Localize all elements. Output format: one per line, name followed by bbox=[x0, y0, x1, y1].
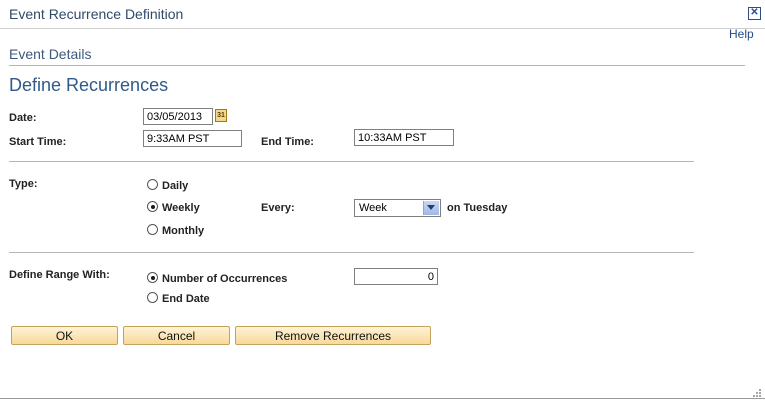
chevron-down-icon[interactable] bbox=[423, 201, 439, 215]
radio-daily[interactable] bbox=[147, 179, 158, 190]
radio-monthly[interactable] bbox=[147, 224, 158, 235]
every-suffix: on Tuesday bbox=[447, 202, 508, 214]
radio-end-date[interactable] bbox=[147, 292, 158, 303]
date-input[interactable]: 03/05/2013 bbox=[143, 108, 213, 125]
radio-number-of-occurrences[interactable] bbox=[147, 272, 158, 283]
radio-daily-label[interactable]: Daily bbox=[162, 180, 188, 192]
radio-monthly-label[interactable]: Monthly bbox=[162, 225, 204, 237]
window-title: Event Recurrence Definition bbox=[9, 6, 184, 22]
divider-1 bbox=[9, 161, 694, 162]
end-time-input[interactable]: 10:33AM PST bbox=[354, 129, 454, 146]
occurrences-input[interactable]: 0 bbox=[354, 268, 438, 285]
end-time-label: End Time: bbox=[261, 136, 314, 148]
range-label: Define Range With: bbox=[9, 269, 110, 281]
close-icon[interactable]: ✕ bbox=[748, 7, 761, 20]
every-select[interactable]: Week bbox=[354, 199, 441, 217]
divider-2 bbox=[9, 252, 694, 253]
radio-weekly[interactable] bbox=[147, 201, 158, 212]
resize-grip-icon[interactable] bbox=[752, 388, 762, 398]
type-label: Type: bbox=[9, 178, 38, 190]
every-label: Every: bbox=[261, 202, 295, 214]
ok-button[interactable]: OK bbox=[11, 326, 118, 345]
bottom-border bbox=[0, 398, 765, 399]
radio-weekly-label[interactable]: Weekly bbox=[162, 202, 200, 214]
radio-number-of-occurrences-label[interactable]: Number of Occurrences bbox=[162, 273, 287, 285]
section-title: Event Details bbox=[9, 46, 92, 62]
every-select-value: Week bbox=[359, 202, 387, 214]
start-time-label: Start Time: bbox=[9, 136, 67, 148]
date-label: Date: bbox=[9, 112, 37, 124]
calendar-icon[interactable]: 31 bbox=[215, 109, 227, 122]
help-link[interactable]: Help bbox=[729, 27, 754, 41]
cancel-button[interactable]: Cancel bbox=[123, 326, 230, 345]
remove-recurrences-button[interactable]: Remove Recurrences bbox=[235, 326, 431, 345]
header-divider bbox=[0, 28, 765, 29]
radio-end-date-label[interactable]: End Date bbox=[162, 293, 210, 305]
start-time-input[interactable]: 9:33AM PST bbox=[143, 130, 242, 147]
section-divider bbox=[9, 65, 745, 66]
page-title: Define Recurrences bbox=[9, 75, 169, 95]
